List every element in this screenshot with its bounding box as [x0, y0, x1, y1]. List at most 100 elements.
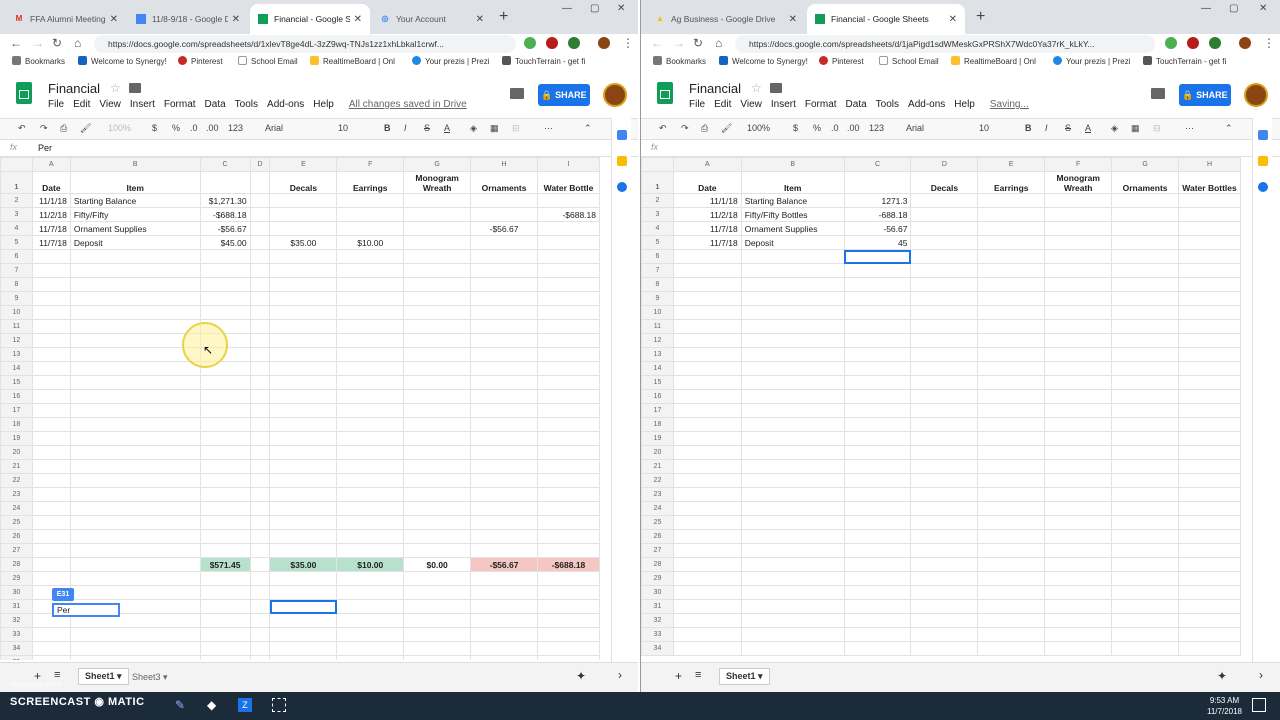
cell[interactable]: [672, 347, 742, 362]
cell[interactable]: [1044, 473, 1113, 488]
cell[interactable]: [1111, 459, 1180, 474]
cell[interactable]: [199, 459, 251, 474]
bookmark-item[interactable]: School Email: [879, 56, 939, 66]
cell[interactable]: Starting Balance: [69, 193, 201, 208]
cell[interactable]: [470, 543, 539, 558]
fill-color-icon[interactable]: ◈: [470, 123, 477, 134]
cell[interactable]: [1111, 347, 1180, 362]
cell[interactable]: [269, 291, 338, 306]
cell[interactable]: [672, 361, 742, 376]
save-status[interactable]: All changes saved in Drive: [349, 99, 467, 110]
row-header[interactable]: 7: [0, 263, 33, 278]
cell[interactable]: [269, 277, 338, 292]
cell[interactable]: [403, 361, 472, 376]
cell[interactable]: [1044, 193, 1113, 208]
row-header[interactable]: 6: [0, 249, 33, 264]
row-header[interactable]: 12: [641, 333, 674, 348]
cell[interactable]: [1111, 557, 1180, 572]
cell[interactable]: [843, 487, 912, 502]
cell[interactable]: [31, 557, 71, 572]
cell[interactable]: [336, 431, 405, 446]
cell[interactable]: [403, 473, 472, 488]
cell[interactable]: [336, 291, 405, 306]
number-format-select[interactable]: 123: [228, 123, 243, 133]
cell[interactable]: 11/7/18: [672, 235, 742, 250]
column-header[interactable]: D: [910, 157, 979, 172]
borders-icon[interactable]: ▦: [1131, 123, 1140, 134]
cell[interactable]: [199, 655, 251, 660]
cell[interactable]: [977, 487, 1046, 502]
cell[interactable]: $571.45: [199, 557, 251, 572]
menu-edit[interactable]: Edit: [714, 99, 731, 110]
cell[interactable]: [1178, 347, 1241, 362]
cell[interactable]: [910, 529, 979, 544]
cell[interactable]: [31, 403, 71, 418]
tab-your-account[interactable]: ◎ Your Account ✕: [372, 4, 492, 34]
new-tab-icon[interactable]: +: [976, 8, 985, 26]
cell[interactable]: [537, 193, 600, 208]
cell[interactable]: [403, 403, 472, 418]
cell[interactable]: [336, 599, 405, 614]
cell[interactable]: [1111, 403, 1180, 418]
cell[interactable]: [336, 641, 405, 656]
cell[interactable]: [69, 515, 201, 530]
bookmark-item[interactable]: Your prezis | Prezi: [1053, 56, 1130, 66]
cell[interactable]: [740, 347, 845, 362]
cell[interactable]: [1178, 291, 1241, 306]
cell[interactable]: [336, 347, 405, 362]
cell[interactable]: [672, 319, 742, 334]
cell[interactable]: Starting Balance: [740, 193, 845, 208]
cell[interactable]: [537, 291, 600, 306]
cell[interactable]: [672, 263, 742, 278]
row-header[interactable]: 31: [641, 599, 674, 614]
tab-financial-sheets[interactable]: Financial - Google Sheets ✕: [807, 4, 965, 34]
cell[interactable]: [69, 655, 201, 660]
row-header[interactable]: 26: [641, 529, 674, 544]
cell[interactable]: [910, 501, 979, 516]
cell[interactable]: [403, 263, 472, 278]
cell[interactable]: [249, 403, 271, 418]
percent-format-button[interactable]: %: [172, 123, 180, 133]
cell[interactable]: [249, 319, 271, 334]
cell[interactable]: [336, 305, 405, 320]
new-tab-icon[interactable]: +: [499, 8, 508, 26]
cell[interactable]: [249, 459, 271, 474]
cell[interactable]: [31, 473, 71, 488]
row-header[interactable]: 25: [641, 515, 674, 530]
cell[interactable]: [1044, 557, 1113, 572]
cell[interactable]: Ornament Supplies: [740, 221, 845, 236]
collapse-toolbar-icon[interactable]: ⌃: [1225, 123, 1233, 134]
scroll-right-icon[interactable]: ›: [618, 668, 622, 682]
cell[interactable]: [1178, 599, 1241, 614]
cell[interactable]: [977, 221, 1046, 236]
row-header[interactable]: 13: [641, 347, 674, 362]
cell[interactable]: [269, 501, 338, 516]
cell[interactable]: [249, 599, 271, 614]
more-options-icon[interactable]: ⋯: [1185, 123, 1194, 134]
column-label-cell[interactable]: [843, 171, 912, 194]
cell[interactable]: [336, 473, 405, 488]
cell[interactable]: [843, 375, 912, 390]
cell[interactable]: [336, 361, 405, 376]
cell[interactable]: [1044, 249, 1113, 264]
cell[interactable]: [269, 347, 338, 362]
comments-icon[interactable]: [510, 88, 524, 99]
cell[interactable]: [269, 613, 338, 628]
cell[interactable]: [977, 277, 1046, 292]
cell[interactable]: [977, 459, 1046, 474]
column-label-cell[interactable]: Date: [672, 171, 742, 194]
column-label-cell[interactable]: Decals: [910, 171, 979, 194]
cell[interactable]: [31, 501, 71, 516]
cell[interactable]: [249, 305, 271, 320]
cell[interactable]: [1044, 501, 1113, 516]
redo-icon[interactable]: ↷: [681, 123, 689, 134]
row-header[interactable]: 14: [0, 361, 33, 376]
cell[interactable]: [403, 375, 472, 390]
cell[interactable]: [1111, 487, 1180, 502]
column-label-cell[interactable]: [199, 171, 251, 194]
cell[interactable]: [1111, 319, 1180, 334]
cell[interactable]: -56.67: [843, 221, 912, 236]
cell[interactable]: [537, 235, 600, 250]
extension-icon[interactable]: [1187, 37, 1199, 49]
cell[interactable]: [1044, 277, 1113, 292]
